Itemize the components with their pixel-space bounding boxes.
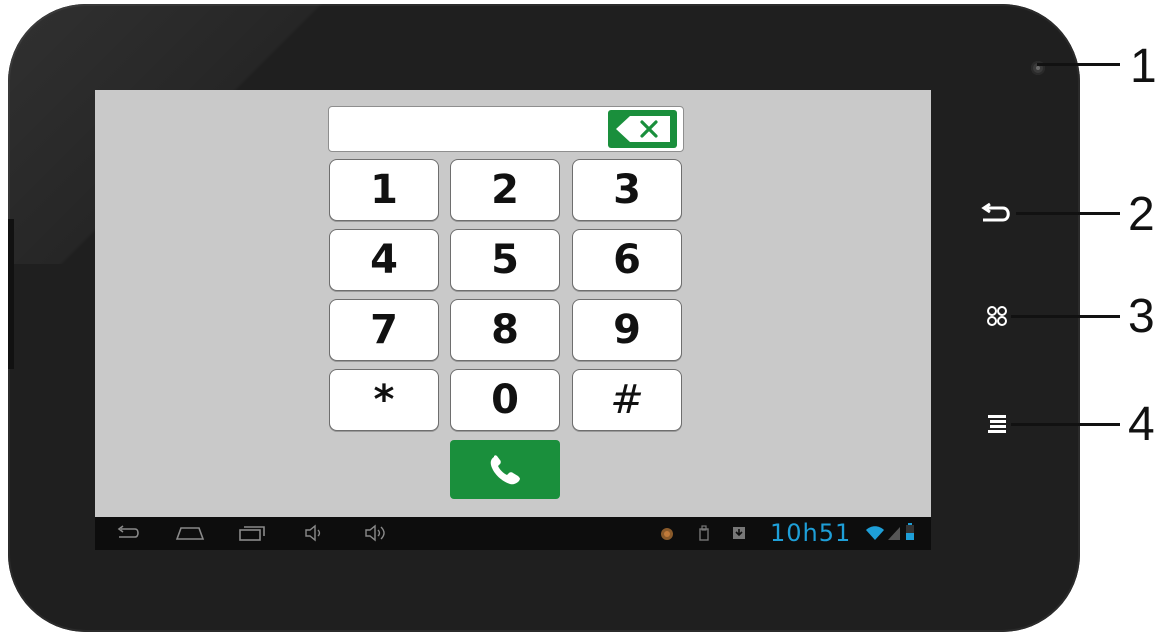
key-4[interactable]: 4 (329, 229, 439, 291)
back-icon[interactable] (115, 523, 141, 543)
status-clock: 10h51 (770, 519, 852, 547)
signal-icon (888, 527, 900, 540)
key-1[interactable]: 1 (329, 159, 439, 221)
notification-icon[interactable] (660, 527, 674, 541)
callout-4: 4 (1128, 398, 1155, 451)
volume-up-icon[interactable] (363, 523, 391, 543)
key-5[interactable]: 5 (450, 229, 560, 291)
call-button[interactable] (450, 440, 560, 499)
home-icon[interactable] (175, 523, 205, 543)
callout-1: 1 (1130, 40, 1157, 93)
side-button[interactable] (8, 219, 14, 369)
menu-icon[interactable] (988, 413, 1008, 437)
battery-icon (906, 523, 914, 540)
key-7[interactable]: 7 (329, 299, 439, 361)
callout-line-2 (1016, 212, 1120, 215)
key-2[interactable]: 2 (450, 159, 560, 221)
callout-line-3 (1011, 315, 1120, 318)
download-icon[interactable] (732, 526, 746, 540)
volume-down-icon[interactable] (303, 523, 327, 543)
wifi-icon (866, 526, 884, 540)
backspace-button[interactable] (608, 110, 677, 148)
recent-apps-icon[interactable] (237, 523, 267, 543)
key-hash[interactable]: # (572, 369, 682, 431)
phone-icon (490, 455, 520, 485)
screen: 1 2 3 4 5 6 7 8 9 * 0 # 10h51 (95, 90, 931, 550)
key-8[interactable]: 8 (450, 299, 560, 361)
key-star[interactable]: * (329, 369, 439, 431)
callout-line-1 (1037, 63, 1120, 66)
key-0[interactable]: 0 (450, 369, 560, 431)
system-navbar: 10h51 (95, 517, 931, 550)
callout-line-4 (1011, 423, 1120, 426)
key-6[interactable]: 6 (572, 229, 682, 291)
key-3[interactable]: 3 (572, 159, 682, 221)
backspace-icon (616, 116, 670, 142)
back-icon[interactable] (979, 202, 1013, 226)
callout-2: 2 (1128, 188, 1155, 241)
dialer-screen: 1 2 3 4 5 6 7 8 9 * 0 # (95, 90, 931, 517)
home-icon[interactable] (986, 305, 1008, 327)
usb-icon[interactable] (698, 525, 710, 541)
callout-3: 3 (1128, 290, 1155, 343)
key-9[interactable]: 9 (572, 299, 682, 361)
